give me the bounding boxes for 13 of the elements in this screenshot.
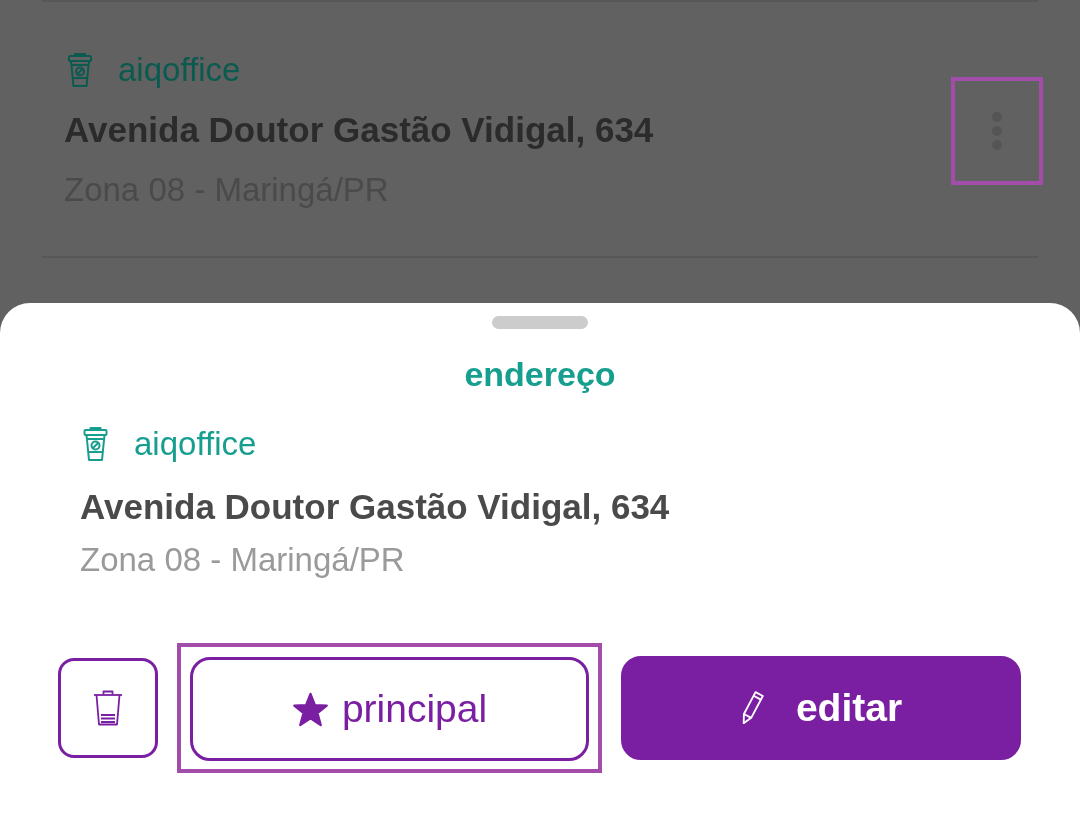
drag-handle[interactable] bbox=[492, 316, 588, 329]
store-name: aiqoffice bbox=[134, 426, 257, 462]
delete-button[interactable] bbox=[58, 658, 158, 758]
cup-icon bbox=[83, 427, 108, 461]
principal-button[interactable]: principal bbox=[190, 657, 589, 761]
star-icon bbox=[291, 691, 329, 727]
cup-icon bbox=[68, 52, 92, 88]
trash-icon bbox=[93, 690, 123, 726]
edit-button[interactable]: editar bbox=[621, 656, 1021, 760]
store-name: aiqoffice bbox=[118, 52, 241, 88]
district-city: Zona 08 - Maringá/PR bbox=[80, 541, 405, 579]
street-address: Avenida Doutor Gastão Vidigal, 634 bbox=[80, 487, 670, 527]
sheet-title: endereço bbox=[464, 354, 616, 394]
